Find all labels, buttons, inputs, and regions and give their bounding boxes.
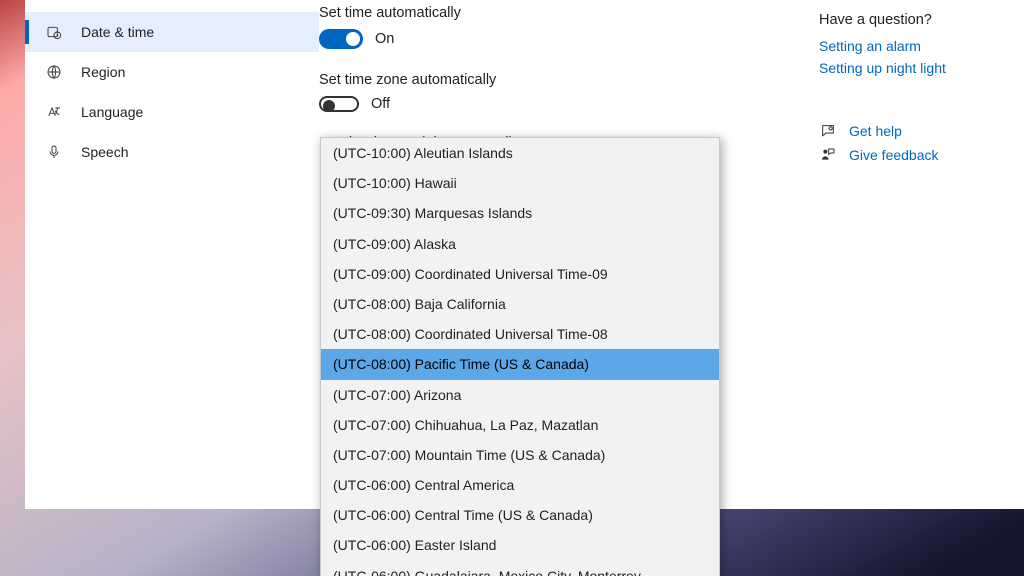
timezone-option[interactable]: (UTC-08:00) Coordinated Universal Time-0… <box>321 319 719 349</box>
sidebar-item-speech[interactable]: Speech <box>25 132 319 172</box>
timezone-option[interactable]: (UTC-09:30) Marquesas Islands <box>321 198 719 228</box>
toggle-set-time-auto[interactable]: On <box>319 29 394 49</box>
sidebar-item-label: Speech <box>81 144 128 160</box>
timezone-option[interactable]: (UTC-09:00) Alaska <box>321 229 719 259</box>
timezone-option[interactable]: (UTC-09:00) Coordinated Universal Time-0… <box>321 259 719 289</box>
link-give-feedback[interactable]: Give feedback <box>849 147 939 163</box>
timezone-option[interactable]: (UTC-08:00) Pacific Time (US & Canada) <box>321 349 719 379</box>
timezone-option[interactable]: (UTC-10:00) Hawaii <box>321 168 719 198</box>
sidebar-item-label: Date & time <box>81 24 154 40</box>
link-setting-nightlight[interactable]: Setting up night light <box>819 60 1004 76</box>
timezone-option[interactable]: (UTC-07:00) Chihuahua, La Paz, Mazatlan <box>321 410 719 440</box>
toggle-state-text: On <box>375 31 394 47</box>
clock-calendar-icon <box>45 23 63 41</box>
sidebar-item-label: Region <box>81 64 125 80</box>
timezone-option[interactable]: (UTC-06:00) Easter Island <box>321 530 719 560</box>
timezone-option[interactable]: (UTC-06:00) Central Time (US & Canada) <box>321 500 719 530</box>
toggle-set-tz-auto[interactable]: Off <box>319 96 390 112</box>
timezone-dropdown[interactable]: (UTC-10:00) Aleutian Islands(UTC-10:00) … <box>320 137 720 576</box>
timezone-option[interactable]: (UTC-06:00) Central America <box>321 470 719 500</box>
chat-help-icon <box>819 122 837 140</box>
feedback-person-icon <box>819 146 837 164</box>
timezone-option[interactable]: (UTC-08:00) Baja California <box>321 289 719 319</box>
sidebar-item-language[interactable]: Language <box>25 92 319 132</box>
timezone-option[interactable]: (UTC-07:00) Mountain Time (US & Canada) <box>321 440 719 470</box>
settings-aside: Have a question? Setting an alarm Settin… <box>819 0 1024 509</box>
link-setting-alarm[interactable]: Setting an alarm <box>819 38 1004 54</box>
microphone-icon <box>45 143 63 161</box>
settings-sidebar: Date & time Region Language Speech <box>25 0 319 509</box>
sidebar-item-date-time[interactable]: Date & time <box>25 12 319 52</box>
aside-question-heading: Have a question? <box>819 12 1004 28</box>
link-get-help[interactable]: Get help <box>849 123 902 139</box>
sidebar-item-region[interactable]: Region <box>25 52 319 92</box>
globe-icon <box>45 63 63 81</box>
toggle-state-text: Off <box>371 96 390 112</box>
timezone-option[interactable]: (UTC-06:00) Guadalajara, Mexico City, Mo… <box>321 561 719 576</box>
sidebar-item-label: Language <box>81 104 143 120</box>
switch-on-icon <box>319 29 363 49</box>
timezone-option[interactable]: (UTC-07:00) Arizona <box>321 380 719 410</box>
switch-off-icon <box>319 96 359 112</box>
label-set-tz-auto: Set time zone automatically <box>319 72 819 88</box>
label-set-time-auto: Set time automatically <box>319 5 819 21</box>
timezone-option[interactable]: (UTC-10:00) Aleutian Islands <box>321 138 719 168</box>
language-icon <box>45 103 63 121</box>
